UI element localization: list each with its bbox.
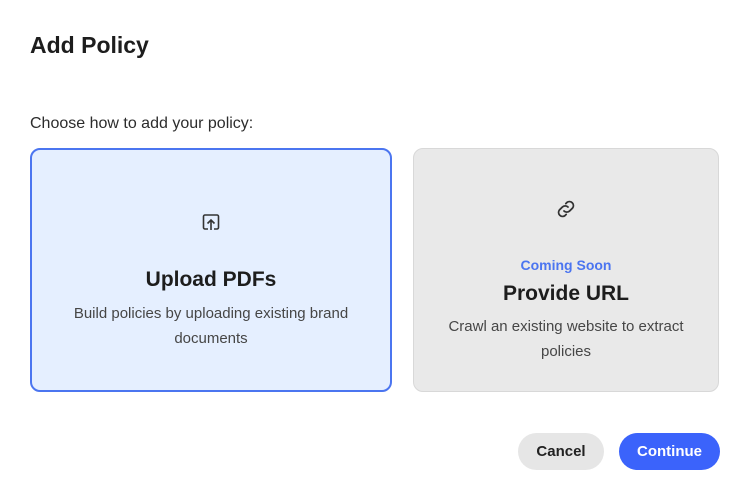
option-description: Crawl an existing website to extract pol… (448, 318, 684, 360)
link-icon (557, 200, 575, 218)
provide-url-option: Coming Soon Provide URL Crawl an existin… (413, 148, 719, 392)
option-title: Provide URL (502, 282, 630, 305)
cancel-button[interactable]: Cancel (518, 433, 604, 470)
option-description: Build policies by uploading existing bra… (73, 305, 349, 347)
dialog-prompt: Choose how to add your policy: (30, 115, 254, 132)
coming-soon-badge: Coming Soon (520, 257, 612, 273)
upload-pdfs-option[interactable]: Upload PDFs Build policies by uploading … (30, 148, 392, 392)
dialog-title: Add Policy (30, 32, 149, 58)
continue-button[interactable]: Continue (619, 433, 720, 470)
upload-icon (202, 214, 220, 230)
option-title: Upload PDFs (145, 268, 277, 291)
